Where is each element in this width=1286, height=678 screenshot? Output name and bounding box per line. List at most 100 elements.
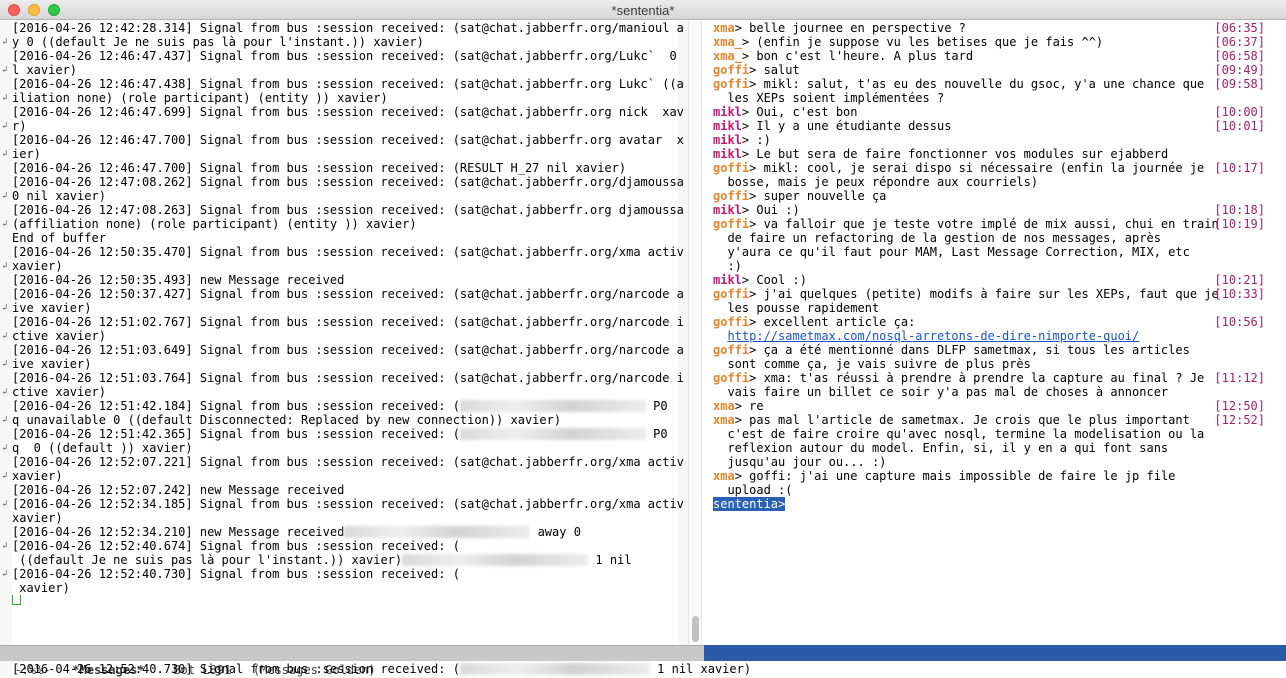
chat-message-line: jusqu'au jour ou... :) — [713, 455, 1273, 469]
chat-nick[interactable]: xma — [713, 469, 735, 483]
chat-text: Cool :) — [756, 273, 807, 287]
log-line: y 0 ((default Je ne suis pas là pour l'i… — [12, 35, 684, 49]
line-continuation-icon: ↲ — [2, 303, 8, 313]
chat-timestamp: [10:01] — [1214, 119, 1265, 133]
messages-scrollbar[interactable] — [688, 21, 702, 645]
line-continuation-icon: ↲ — [2, 93, 8, 103]
chat-nick[interactable]: mikl — [713, 105, 742, 119]
window-divider[interactable] — [702, 21, 711, 645]
log-line-tail: 1 nil — [588, 553, 632, 567]
line-continuation-icon: ↲ — [2, 149, 8, 159]
chat-nick[interactable]: xma_ — [713, 35, 742, 49]
chat-nick[interactable]: goffi — [713, 63, 749, 77]
chat-message-line: xma_> bon c'est l'heure. A plus tard [06:… — [713, 49, 1273, 63]
chat-nick[interactable]: mikl — [713, 273, 742, 287]
log-line-text: ive xavier) — [12, 301, 92, 315]
chat-nick[interactable]: mikl — [713, 119, 742, 133]
sententia-modeline[interactable]: -:**- *sententia* All L35 (sententia Gol… — [704, 645, 1286, 676]
chat-timestamp: [11:12] — [1214, 371, 1265, 385]
chat-timestamp: [12:52] — [1214, 413, 1265, 427]
chat-text: ça a été mentionné dans DLFP sametmax, s… — [763, 343, 1190, 357]
chat-text: super nouvelle ça — [763, 189, 887, 203]
line-continuation-icon: ↲ — [2, 415, 8, 425]
chat-nick[interactable]: goffi — [713, 161, 749, 175]
log-line-text: 0 nil xavier) — [12, 189, 106, 203]
chat-nick[interactable]: goffi — [713, 189, 749, 203]
log-line-text: [2016-04-26 12:52:07.221] Signal from bu… — [12, 455, 684, 469]
nick-separator: > — [734, 21, 750, 35]
nick-separator: > — [741, 133, 757, 147]
chat-message-line: mikl> Le but sera de faire fonctionner v… — [713, 147, 1273, 161]
text-cursor — [12, 595, 21, 605]
log-line: [2016-04-26 12:52:34.185] Signal from bu… — [12, 497, 684, 511]
log-line: [2016-04-26 12:47:08.262] Signal from bu… — [12, 175, 684, 189]
nick-separator: > — [749, 343, 764, 357]
chat-nick[interactable]: mikl — [713, 133, 742, 147]
log-line-text: [2016-04-26 12:51:02.767] Signal from bu… — [12, 315, 684, 329]
nick-separator: > — [741, 49, 757, 63]
line-continuation-icon: ↲ — [2, 569, 8, 579]
chat-nick[interactable]: xma — [713, 413, 735, 427]
chat-nick[interactable]: goffi — [713, 371, 749, 385]
nick-separator: > — [741, 147, 757, 161]
chat-text — [713, 329, 727, 343]
line-continuation-icon: ↲ — [2, 387, 8, 397]
chat-message-line: :) — [713, 259, 1273, 273]
log-line: [2016-04-26 12:50:35.493] new Message re… — [12, 273, 684, 287]
chat-nick[interactable]: xma — [713, 399, 735, 413]
messages-modeline[interactable]: -:%%- *Messages* Bot L891 (Messages Gold… — [0, 645, 704, 677]
chat-nick[interactable]: goffi — [713, 315, 749, 329]
log-line-text: [2016-04-26 12:50:37.427] Signal from bu… — [12, 287, 684, 301]
line-continuation-icon: ↲ — [2, 541, 8, 551]
log-line-text: [2016-04-26 12:51:03.649] Signal from bu… — [12, 343, 684, 357]
log-line: ier) — [12, 147, 684, 161]
echo-text-prefix: [2016-04-26 12:52:40.730] Signal from bu… — [12, 662, 460, 676]
log-line-text: [2016-04-26 12:42:28.314] Signal from bu… — [12, 21, 684, 35]
chat-message-line: goffi> xma: t'as réussi à prendre à pren… — [713, 371, 1273, 385]
chat-text: (enfin je suppose vu les betises que je … — [756, 35, 1104, 49]
log-line: End of buffer — [12, 231, 684, 245]
chat-link[interactable]: http://sametmax.com/nosql-arretons-de-di… — [727, 329, 1139, 343]
log-line: [2016-04-26 12:51:42.184] Signal from bu… — [12, 399, 684, 413]
chat-nick[interactable]: goffi — [713, 287, 749, 301]
nick-separator: > — [749, 217, 764, 231]
chat-nick[interactable]: goffi — [713, 343, 749, 357]
chat-nick[interactable]: goffi — [713, 77, 749, 91]
nick-separator: > — [749, 161, 764, 175]
log-line: ctive xavier) — [12, 385, 684, 399]
chat-nick[interactable]: goffi — [713, 217, 749, 231]
chat-text: goffi: j'ai une capture mais impossible … — [749, 469, 1176, 483]
chat-text: salut — [763, 63, 800, 77]
chat-text: xma: t'as réussi à prendre à prendre la … — [763, 371, 1205, 385]
log-line-text: [2016-04-26 12:47:08.262] Signal from bu… — [12, 175, 684, 189]
chat-text: va falloir que je teste votre implé de m… — [763, 217, 1219, 231]
log-line: [2016-04-26 12:51:42.365] Signal from bu… — [12, 427, 684, 441]
scrollbar-thumb[interactable] — [692, 616, 699, 642]
sententia-chat-pane[interactable]: xma> belle journee en perspective ? [06:3… — [713, 21, 1273, 645]
chat-input-prompt[interactable]: sententia> — [713, 497, 786, 511]
log-line: ive xavier) — [12, 357, 684, 371]
chat-text: les XEPs soient implémentées ? — [713, 91, 945, 105]
log-line-text: ier) — [12, 147, 41, 161]
chat-text: :) — [756, 133, 771, 147]
redacted-jid — [459, 428, 646, 440]
chat-message-line: mikl> Oui, c'est bon [10:00] — [713, 105, 1273, 119]
log-line-text: iliation none) (role participant) (entit… — [12, 91, 388, 105]
nick-separator: > — [741, 35, 757, 49]
chat-timestamp: [09:49] — [1214, 63, 1265, 77]
echo-area[interactable]: [2016-04-26 12:52:40.730] Signal from bu… — [12, 662, 1282, 676]
chat-timestamp: [09:58] — [1214, 77, 1265, 91]
chat-timestamp: [06:35] — [1214, 21, 1265, 35]
line-continuation-icon: ↲ — [2, 331, 8, 341]
chat-nick[interactable]: xma — [713, 21, 735, 35]
chat-nick[interactable]: xma_ — [713, 49, 742, 63]
log-line-text: [2016-04-26 12:52:40.674] Signal from bu… — [12, 539, 460, 553]
chat-timestamp: [10:33] — [1214, 287, 1265, 301]
chat-nick[interactable]: mikl — [713, 203, 742, 217]
nick-separator: > — [749, 315, 764, 329]
chat-text: Oui, c'est bon — [756, 105, 858, 119]
messages-buffer-pane[interactable]: [2016-04-26 12:42:28.314] Signal from bu… — [12, 21, 684, 645]
log-line-text: [2016-04-26 12:46:47.700] Signal from bu… — [12, 161, 627, 175]
log-line: [2016-04-26 12:52:40.730] Signal from bu… — [12, 567, 684, 581]
chat-nick[interactable]: mikl — [713, 147, 742, 161]
